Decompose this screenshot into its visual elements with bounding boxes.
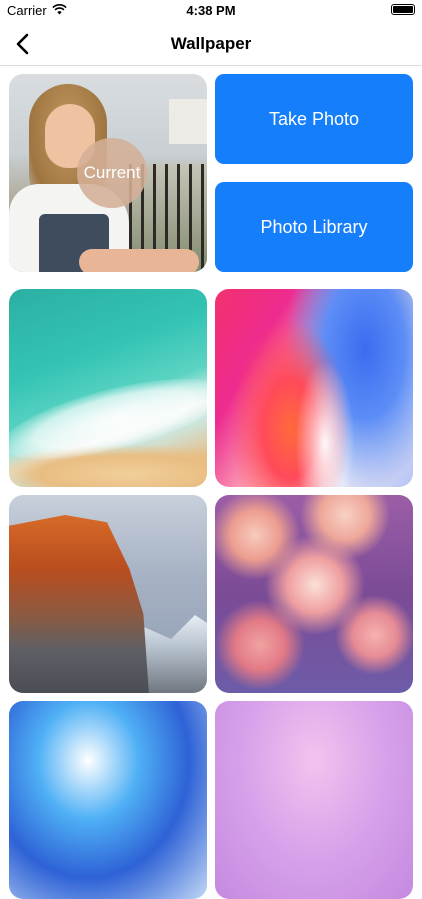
current-wallpaper-tile[interactable]: Current bbox=[9, 74, 207, 272]
wallpaper-tile-pink[interactable] bbox=[215, 701, 413, 899]
ocean-image bbox=[9, 289, 207, 487]
roses-image bbox=[215, 495, 413, 693]
navigation-bar: Wallpaper bbox=[0, 22, 422, 66]
photo-library-button[interactable]: Photo Library bbox=[215, 182, 413, 272]
wallpaper-tile-mountain[interactable] bbox=[9, 495, 207, 693]
clock: 4:38 PM bbox=[186, 3, 236, 18]
current-badge: Current bbox=[77, 138, 147, 208]
battery-icon bbox=[391, 4, 415, 15]
mountain-image bbox=[9, 495, 207, 693]
wallpaper-tile-roses[interactable] bbox=[215, 495, 413, 693]
wallpaper-tile-bubble[interactable] bbox=[9, 701, 207, 899]
pink-image bbox=[215, 701, 413, 899]
page-title: Wallpaper bbox=[170, 34, 252, 53]
wallpaper-tile-gradient[interactable] bbox=[215, 289, 413, 487]
take-photo-button[interactable]: Take Photo bbox=[215, 74, 413, 164]
gradient-image bbox=[215, 289, 413, 487]
wallpaper-tile-ocean[interactable] bbox=[9, 289, 207, 487]
status-bar: Carrier 4:38 PM bbox=[0, 0, 422, 22]
bubble-image bbox=[9, 701, 207, 899]
